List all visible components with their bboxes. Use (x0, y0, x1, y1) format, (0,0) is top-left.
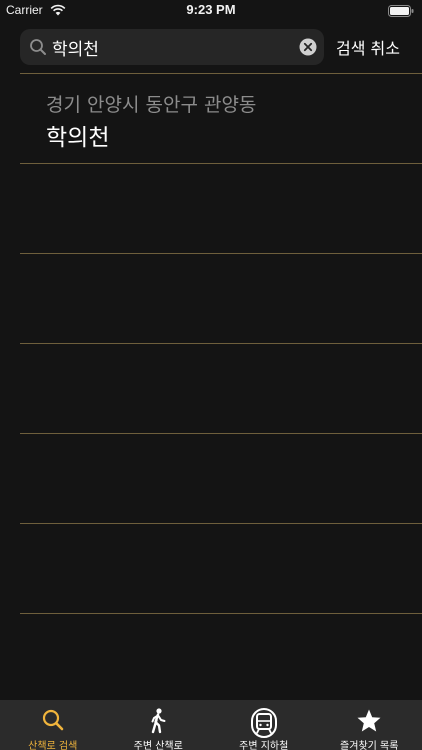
tab-nearby-trails[interactable]: 주변 산책로 (106, 700, 212, 750)
tab-label: 산책로 검색 (28, 741, 78, 750)
tab-trail-search[interactable]: 산책로 검색 (0, 700, 106, 750)
search-field[interactable] (20, 29, 324, 65)
search-icon (42, 709, 64, 731)
subway-train-icon (250, 708, 277, 738)
star-icon (357, 709, 381, 732)
tab-bar: 산책로 검색 주변 산책로 주변 지하철 즐겨찾기 목록 (0, 700, 422, 750)
list-item[interactable] (20, 164, 422, 254)
search-results-list: 경기 안양시 동안구 관양동 학의천 (20, 73, 422, 614)
tab-favorites[interactable]: 즐겨찾기 목록 (317, 700, 422, 750)
list-item[interactable] (20, 344, 422, 434)
tab-label: 주변 산책로 (133, 741, 183, 750)
result-address: 경기 안양시 동안구 관양동 (46, 94, 257, 116)
status-bar: Carrier 9:23 PM (0, 0, 422, 22)
tab-label: 주변 지하철 (239, 741, 289, 750)
tab-nearby-subway[interactable]: 주변 지하철 (211, 700, 317, 750)
list-item[interactable] (20, 524, 422, 614)
list-item[interactable]: 경기 안양시 동안구 관양동 학의천 (20, 74, 422, 164)
cancel-search-button[interactable]: 검색 취소 (336, 35, 400, 59)
status-time: 9:23 PM (186, 2, 236, 17)
tab-label: 즐겨찾기 목록 (340, 741, 399, 750)
battery-icon (388, 5, 414, 17)
clear-search-icon[interactable] (299, 38, 317, 56)
list-item[interactable] (20, 434, 422, 524)
list-item[interactable] (20, 254, 422, 344)
result-name: 학의천 (46, 125, 110, 151)
walking-person-icon (151, 708, 166, 734)
search-icon (30, 39, 46, 55)
search-input[interactable] (52, 29, 282, 65)
